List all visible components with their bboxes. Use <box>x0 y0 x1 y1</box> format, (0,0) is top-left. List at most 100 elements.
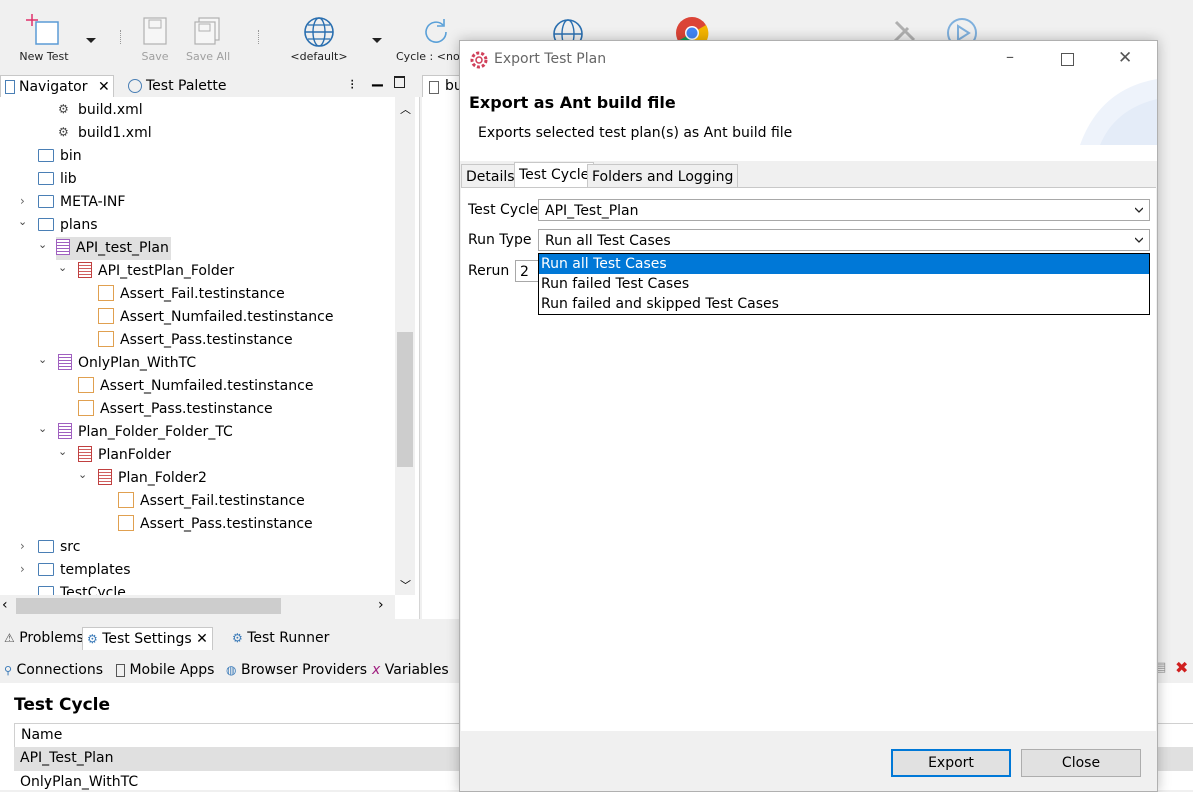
tree-item[interactable]: plans <box>38 214 98 237</box>
tree-item[interactable]: ⚙ build.xml <box>58 99 143 122</box>
close-icon[interactable]: ✕ <box>98 79 110 95</box>
tab-test-cycle[interactable]: Test Cycle <box>514 162 595 189</box>
tree-item[interactable]: Assert_Fail.testinstance <box>118 490 305 513</box>
tree-item[interactable]: Assert_Pass.testinstance <box>118 513 313 536</box>
tree-item-selected[interactable]: API_test_Plan <box>56 237 171 260</box>
environment-button[interactable]: <default> <box>290 14 348 64</box>
tree-item[interactable]: Assert_Pass.testinstance <box>78 398 273 421</box>
plan-folder-icon <box>98 469 112 485</box>
test-instance-icon <box>98 331 114 347</box>
environment-dropdown-icon[interactable] <box>372 38 382 43</box>
subtab-mobile-apps[interactable]: Mobile Apps <box>112 659 218 681</box>
scroll-left-icon[interactable]: ‹ <box>2 597 8 613</box>
vertical-scrollbar[interactable]: ︿ ﹀ <box>395 97 415 595</box>
minimize-icon[interactable]: – <box>1006 47 1014 66</box>
tab-details[interactable]: Details <box>461 164 520 189</box>
plan-icon <box>58 423 72 439</box>
chevron-down-icon[interactable]: ⌄ <box>38 238 47 251</box>
delete-icon[interactable]: ✖ <box>1175 658 1188 677</box>
tab-test-palette[interactable]: Test Palette <box>124 75 231 97</box>
column-header-name[interactable]: Name <box>21 727 62 743</box>
tree-item-label: Assert_Numfailed.testinstance <box>120 309 334 325</box>
tree-item-label: API_test_Plan <box>76 240 169 256</box>
tree-item-label: Assert_Fail.testinstance <box>140 493 305 509</box>
tab-test-settings[interactable]: ⚙ Test Settings ✕ <box>82 627 213 650</box>
tree-item[interactable]: ⚙ build1.xml <box>58 122 152 145</box>
subtab-variables-label: Variables <box>384 662 449 678</box>
scroll-right-icon[interactable]: › <box>378 597 384 613</box>
horizontal-scrollbar[interactable]: ‹ › <box>0 595 395 619</box>
maximize-icon[interactable] <box>394 76 405 88</box>
tree-item[interactable]: OnlyPlan_WithTC <box>58 352 196 375</box>
tree-item[interactable]: bin <box>38 145 82 168</box>
chevron-down-icon[interactable]: ⌄ <box>38 353 47 366</box>
tree-item[interactable]: templates <box>38 559 131 582</box>
close-icon[interactable]: ✕ <box>196 631 208 647</box>
new-test-dropdown-icon[interactable] <box>86 38 96 43</box>
chevron-down-icon <box>1135 207 1143 213</box>
tree-item[interactable]: src <box>38 536 80 559</box>
maximize-icon[interactable] <box>1061 53 1074 66</box>
editor-tab[interactable]: bu <box>422 75 464 98</box>
run-type-option-failed-skipped[interactable]: Run failed and skipped Test Cases <box>539 294 1149 314</box>
run-type-option-failed[interactable]: Run failed Test Cases <box>539 274 1149 294</box>
tree-item[interactable]: Assert_Pass.testinstance <box>98 329 293 352</box>
chevron-right-icon[interactable]: › <box>20 539 25 553</box>
chevron-right-icon[interactable]: › <box>20 194 25 208</box>
scrollbar-thumb[interactable] <box>16 598 281 614</box>
new-test-button[interactable]: New Test <box>18 14 70 64</box>
tab-navigator[interactable]: Navigator ✕ <box>0 75 114 98</box>
tree-item[interactable]: Assert_Fail.testinstance <box>98 283 285 306</box>
tree-item[interactable]: PlanFolder <box>78 444 171 467</box>
scroll-up-icon[interactable]: ︿ <box>400 101 411 117</box>
run-type-option-all[interactable]: Run all Test Cases <box>539 254 1149 274</box>
save-label: Save <box>141 50 169 63</box>
new-test-label: New Test <box>19 50 69 63</box>
tree-item[interactable]: Plan_Folder2 <box>98 467 207 490</box>
navigator-icon <box>5 80 15 94</box>
tree-item[interactable]: API_testPlan_Folder <box>78 260 234 283</box>
tree-item[interactable]: Assert_Numfailed.testinstance <box>98 306 333 329</box>
tree-item-label: templates <box>60 562 131 578</box>
run-type-select[interactable]: Run all Test Cases <box>538 229 1150 251</box>
close-icon[interactable]: ✕ <box>1118 48 1132 68</box>
subtab-browser-providers[interactable]: ◍ Browser Providers <box>222 659 371 681</box>
subtab-variables[interactable]: x Variables <box>368 659 453 681</box>
tree-item-label: Assert_Pass.testinstance <box>120 332 293 348</box>
plan-icon <box>56 239 70 255</box>
chevron-down-icon[interactable]: ⌄ <box>58 261 67 274</box>
close-button[interactable]: Close <box>1021 749 1141 777</box>
minimize-icon[interactable]: ▁ <box>372 71 383 87</box>
cycle-button[interactable]: Cycle : <nor <box>396 14 464 64</box>
bottom-tab-bar: ⚠ Problems ⚙ Test Settings ✕ ⚙ Test Runn… <box>0 627 460 650</box>
refresh-icon <box>425 19 447 43</box>
plan-folder-icon <box>78 446 92 462</box>
chevron-down-icon[interactable]: ⌄ <box>38 422 47 435</box>
chevron-down-icon[interactable]: ⌄ <box>58 445 67 458</box>
view-menu-icon[interactable]: ⁝ <box>350 77 354 93</box>
scroll-down-icon[interactable]: ﹀ <box>400 577 411 593</box>
test-cycle-select[interactable]: API_Test_Plan <box>538 199 1150 221</box>
tree-item[interactable]: Plan_Folder_Folder_TC <box>58 421 233 444</box>
subtab-connections[interactable]: ⚲ Connections <box>0 659 107 681</box>
save-all-button[interactable]: Save All <box>186 14 230 64</box>
run-type-dropdown-list[interactable]: Run all Test Cases Run failed Test Cases… <box>538 253 1150 315</box>
tab-problems[interactable]: ⚠ Problems <box>0 627 88 649</box>
chevron-down-icon <box>1135 237 1143 243</box>
tree-item-label: build1.xml <box>78 125 152 141</box>
tab-test-runner[interactable]: ⚙ Test Runner <box>228 627 333 649</box>
export-button[interactable]: Export <box>891 749 1011 777</box>
tree-item[interactable]: META-INF <box>38 191 125 214</box>
scrollbar-thumb[interactable] <box>397 332 413 467</box>
save-button[interactable]: Save <box>138 14 172 64</box>
chevron-down-icon[interactable]: ⌄ <box>18 215 27 228</box>
tree-item[interactable]: lib <box>38 168 77 191</box>
chevron-down-icon[interactable]: ⌄ <box>78 468 87 481</box>
chevron-right-icon[interactable]: › <box>20 562 25 576</box>
tree-item[interactable]: Assert_Numfailed.testinstance <box>78 375 313 398</box>
test-cycle-label: Test Cycle <box>468 202 539 218</box>
tree-item[interactable]: TestCycle <box>38 582 126 595</box>
tab-folders-and-logging[interactable]: Folders and Logging <box>587 164 739 189</box>
palette-icon <box>128 79 142 93</box>
dialog-title: Export Test Plan <box>494 51 607 67</box>
